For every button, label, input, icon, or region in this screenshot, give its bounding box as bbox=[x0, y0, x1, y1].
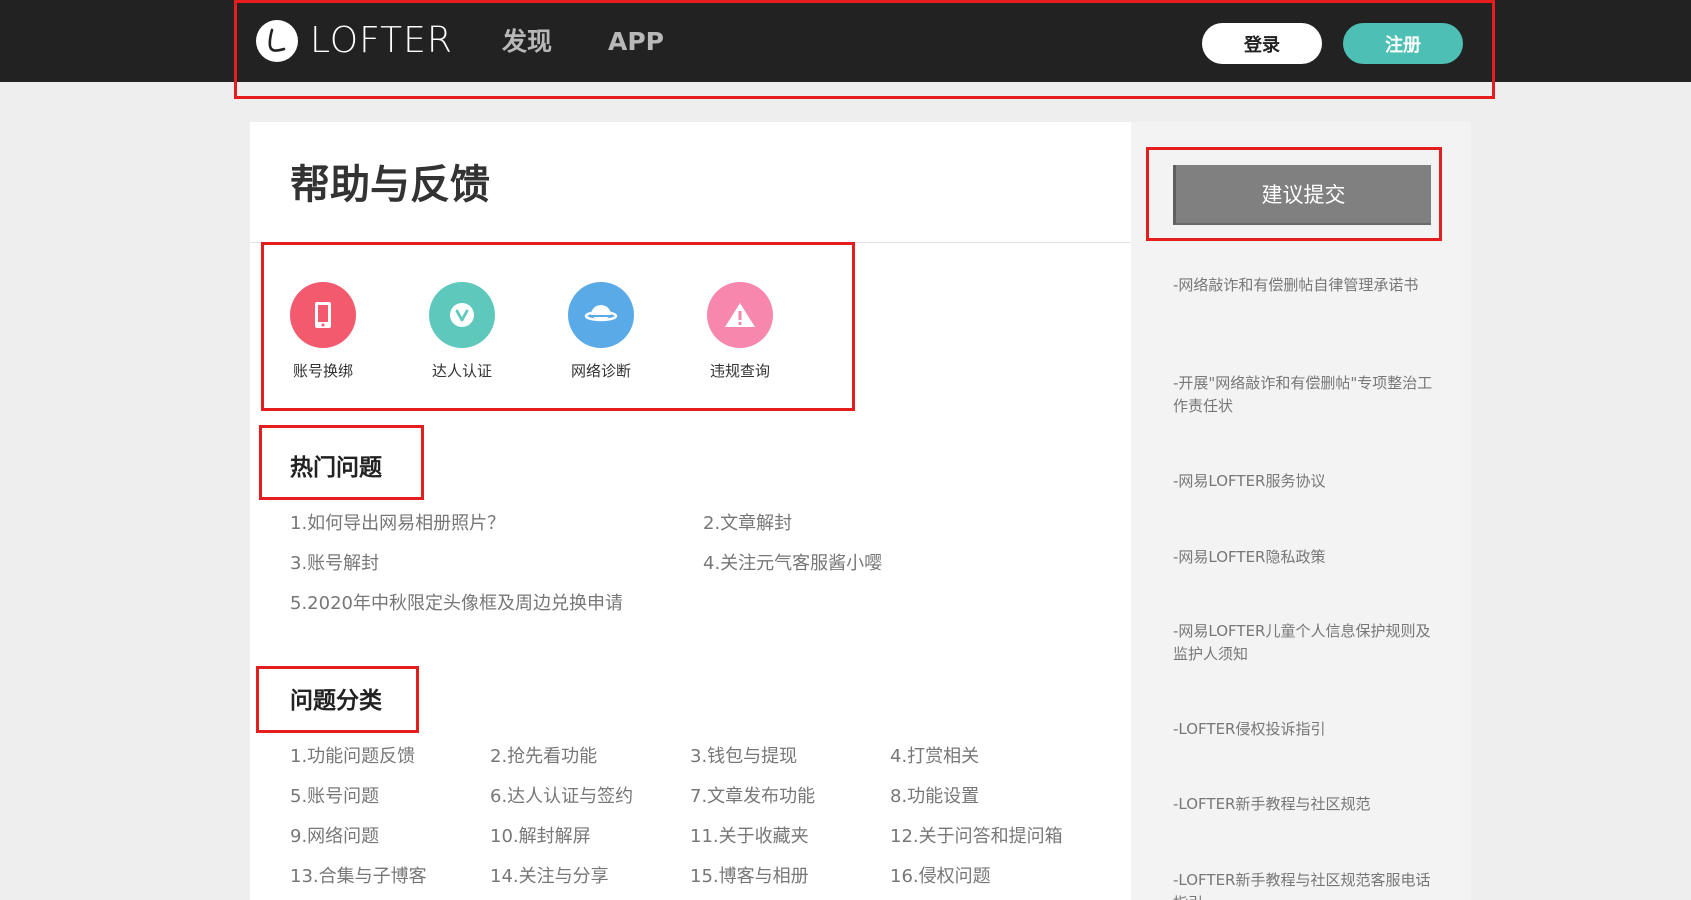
category-link[interactable]: 6.达人认证与签约 bbox=[490, 783, 633, 811]
sidebar-policy-link[interactable]: -LOFTER新手教程与社区规范 bbox=[1173, 793, 1435, 816]
lofter-logo-icon bbox=[256, 20, 298, 62]
sidebar-policy-link[interactable]: -网易LOFTER服务协议 bbox=[1173, 470, 1435, 493]
quick-link-violation-query[interactable]: 违规查询 bbox=[690, 282, 790, 382]
category-link[interactable]: 2.抢先看功能 bbox=[490, 743, 597, 771]
category-link[interactable]: 11.关于收藏夹 bbox=[690, 823, 809, 851]
category-link[interactable]: 10.解封解屏 bbox=[490, 823, 591, 851]
logo-text: LOFTER bbox=[310, 20, 453, 61]
lofter-logo[interactable]: LOFTER bbox=[256, 19, 453, 63]
register-button[interactable]: 注册 bbox=[1343, 23, 1463, 64]
category-link[interactable]: 7.文章发布功能 bbox=[690, 783, 815, 811]
hot-question-link[interactable]: 4.关注元气客服酱小嘤 bbox=[703, 550, 882, 578]
quick-link-network-diagnosis[interactable]: 网络诊断 bbox=[551, 282, 651, 382]
hot-question-link[interactable]: 3.账号解封 bbox=[290, 550, 379, 578]
sidebar-policy-link[interactable]: -网络敲诈和有偿删帖自律管理承诺书 bbox=[1173, 274, 1435, 297]
category-link[interactable]: 4.打赏相关 bbox=[890, 743, 979, 771]
login-button[interactable]: 登录 bbox=[1202, 23, 1322, 64]
hot-question-link[interactable]: 5.2020年中秋限定头像框及周边兑换申请 bbox=[290, 590, 623, 618]
category-link[interactable]: 3.钱包与提现 bbox=[690, 743, 797, 771]
page-title: 帮助与反馈 bbox=[290, 162, 490, 208]
category-link[interactable]: 13.合集与子博客 bbox=[290, 863, 427, 891]
help-main-panel: 帮助与反馈 账号换绑 达人认证 网络诊断 违规查询 热门问题 1.如何导出网易相… bbox=[250, 122, 1131, 900]
category-link[interactable]: 15.博客与相册 bbox=[690, 863, 809, 891]
sidebar-policy-link[interactable]: -LOFTER侵权投诉指引 bbox=[1173, 718, 1435, 741]
nav-discover-link[interactable]: 发现 bbox=[502, 22, 552, 62]
category-link[interactable]: 1.功能问题反馈 bbox=[290, 743, 415, 771]
quick-link-label: 账号换绑 bbox=[292, 362, 353, 380]
category-link[interactable]: 8.功能设置 bbox=[890, 783, 979, 811]
hot-questions-title: 热门问题 bbox=[290, 455, 382, 481]
nav-app-link[interactable]: APP bbox=[608, 22, 664, 62]
category-link[interactable]: 16.侵权问题 bbox=[890, 863, 991, 891]
quick-link-label: 违规查询 bbox=[709, 362, 770, 380]
category-link[interactable]: 9.网络问题 bbox=[290, 823, 379, 851]
hot-question-link[interactable]: 2.文章解封 bbox=[703, 510, 792, 538]
title-divider bbox=[250, 242, 1131, 243]
hot-question-link[interactable]: 1.如何导出网易相册照片？ bbox=[290, 510, 505, 538]
verified-v-icon bbox=[429, 282, 495, 348]
category-link[interactable]: 5.账号问题 bbox=[290, 783, 379, 811]
top-navigation-bar: LOFTER 发现 APP 登录 注册 bbox=[0, 0, 1691, 82]
question-categories-title: 问题分类 bbox=[290, 688, 382, 714]
quick-link-account-rebind[interactable]: 账号换绑 bbox=[273, 282, 373, 382]
planet-icon bbox=[568, 282, 634, 348]
quick-link-expert-verification[interactable]: 达人认证 bbox=[412, 282, 512, 382]
quick-link-label: 达人认证 bbox=[431, 362, 492, 380]
sidebar-policy-link[interactable]: -开展"网络敲诈和有偿删帖"专项整治工作责任状 bbox=[1173, 372, 1435, 418]
warning-icon bbox=[707, 282, 773, 348]
category-link[interactable]: 12.关于问答和提问箱 bbox=[890, 823, 1063, 851]
sidebar-policy-link[interactable]: -LOFTER新手教程与社区规范客服电话指引 bbox=[1173, 869, 1435, 900]
sidebar-policy-link[interactable]: -网易LOFTER儿童个人信息保护规则及监护人须知 bbox=[1173, 620, 1435, 666]
sidebar-policy-link[interactable]: -网易LOFTER隐私政策 bbox=[1173, 546, 1435, 569]
suggestion-submit-button[interactable]: 建议提交 bbox=[1173, 165, 1431, 225]
help-sidebar: 建议提交 -网络敲诈和有偿删帖自律管理承诺书 -开展"网络敲诈和有偿删帖"专项整… bbox=[1131, 122, 1471, 900]
tablet-icon bbox=[290, 282, 356, 348]
category-link[interactable]: 14.关注与分享 bbox=[490, 863, 609, 891]
quick-link-label: 网络诊断 bbox=[570, 362, 631, 380]
